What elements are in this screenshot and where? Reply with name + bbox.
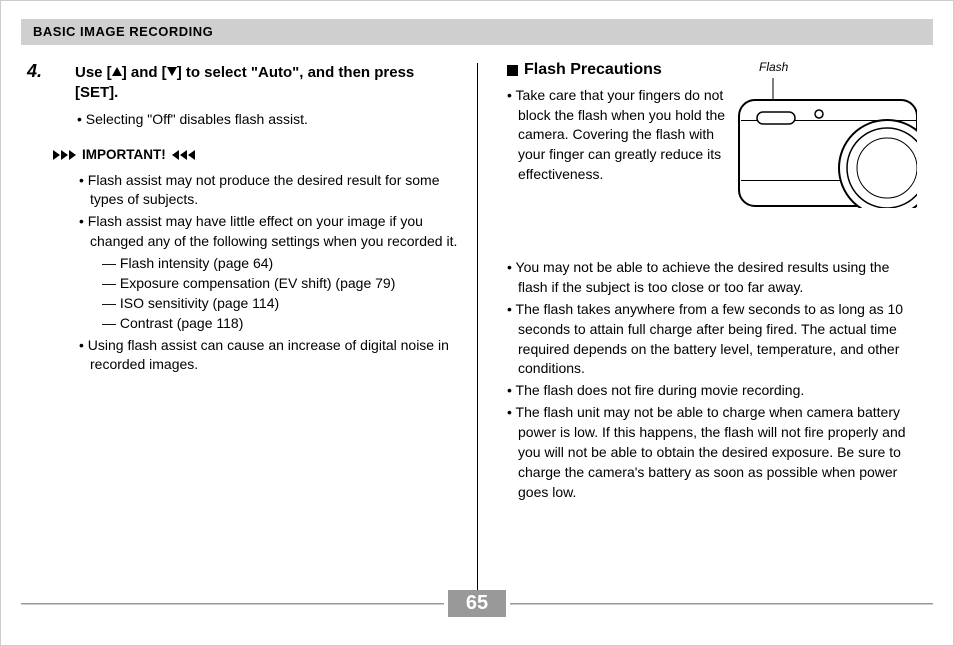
flash-care-paragraph: • Take care that your fingers do not blo…	[507, 86, 727, 185]
important-list: • Flash assist may not produce the desir…	[79, 171, 461, 376]
precaution-movie: • The flash does not fire during movie r…	[507, 381, 917, 401]
up-arrow-icon	[112, 67, 122, 76]
camera-icon	[737, 78, 917, 208]
left-column: 4.Use [] and [] to select "Auto", and th…	[21, 59, 477, 569]
flash-precautions-list: • You may not be able to achieve the des…	[507, 258, 917, 503]
important-item-1: • Flash assist may not produce the desir…	[79, 171, 461, 211]
precaution-charge-time: • The flash takes anywhere from a few se…	[507, 300, 917, 380]
important-label: IMPORTANT!	[82, 145, 166, 164]
right-column: Flash Precautions • Take care that your …	[477, 59, 933, 569]
setting-ev-shift: — Exposure compensation (EV shift) (page…	[102, 274, 461, 294]
precaution-distance: • You may not be able to achieve the des…	[507, 258, 917, 298]
content-columns: 4.Use [] and [] to select "Auto", and th…	[21, 59, 933, 569]
precaution-low-battery: • The flash unit may not be able to char…	[507, 403, 917, 502]
flash-precautions-heading: Flash Precautions	[507, 59, 727, 82]
section-header: BASIC IMAGE RECORDING	[21, 19, 933, 45]
settings-list: — Flash intensity (page 64) — Exposure c…	[91, 254, 461, 334]
marker-left-icon	[53, 150, 76, 160]
footer-rule-right	[510, 603, 933, 605]
page-footer: 65	[21, 590, 933, 617]
page-number: 65	[448, 590, 506, 617]
important-item-3: • Using flash assist can cause an increa…	[79, 336, 461, 376]
step-4-heading: 4.Use [] and [] to select "Auto", and th…	[51, 59, 461, 104]
flash-callout-label: Flash	[759, 59, 917, 76]
step-text-pre: Use [	[75, 64, 112, 81]
footer-rule-left	[21, 603, 444, 605]
camera-illustration: Flash	[737, 59, 917, 208]
important-heading: IMPORTANT!	[53, 145, 461, 164]
square-bullet-icon	[507, 65, 518, 76]
down-arrow-icon	[167, 67, 177, 76]
flash-precautions-label: Flash Precautions	[524, 59, 662, 82]
important-item-2: • Flash assist may have little effect on…	[79, 212, 461, 252]
setting-flash-intensity: — Flash intensity (page 64)	[102, 254, 461, 274]
step-number: 4.	[51, 59, 75, 83]
marker-right-icon	[172, 150, 195, 160]
setting-contrast: — Contrast (page 118)	[102, 314, 461, 334]
off-note: • Selecting "Off" disables flash assist.	[77, 110, 461, 130]
setting-iso: — ISO sensitivity (page 114)	[102, 294, 461, 314]
step-text-mid: ] and [	[122, 64, 167, 81]
column-divider	[477, 63, 478, 595]
